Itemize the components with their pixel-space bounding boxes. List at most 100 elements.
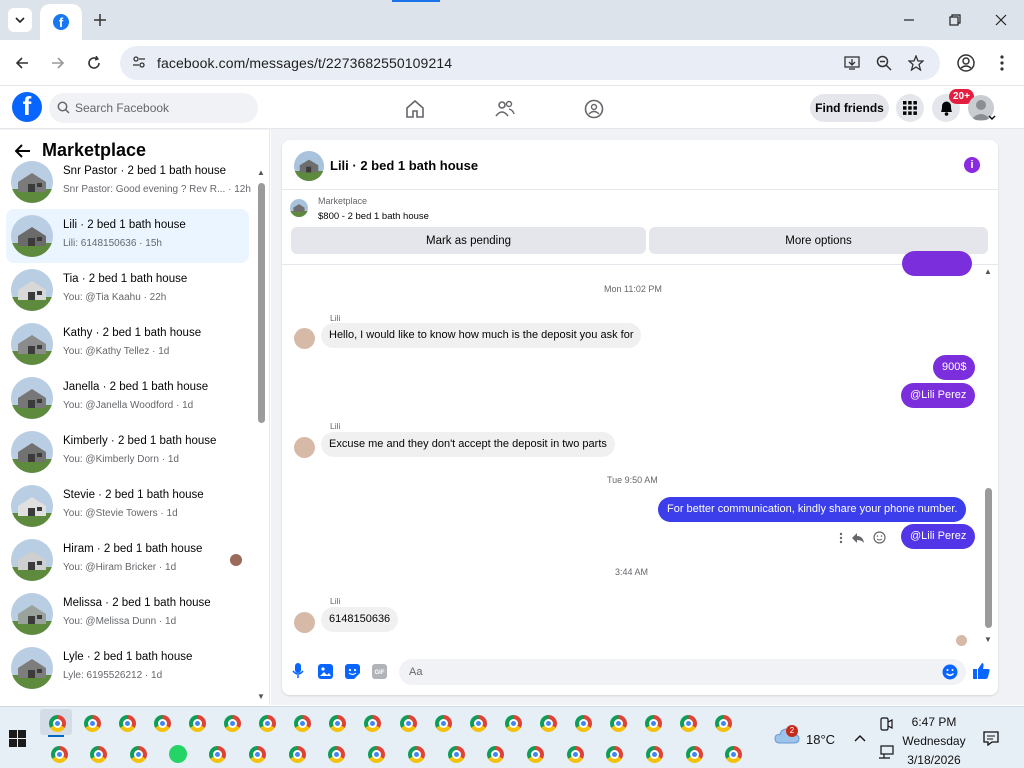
mark-as-pending-button[interactable]: Mark as pending: [291, 227, 646, 254]
install-app-button[interactable]: [842, 53, 862, 73]
chrome-taskbar-button[interactable]: [467, 712, 489, 734]
outgoing-message[interactable]: 900$: [933, 355, 976, 380]
conversation-item[interactable]: Lili · 2 bed 1 bath house Lili: 614815063…: [6, 209, 249, 263]
message-input[interactable]: Aa: [399, 659, 966, 685]
site-settings-icon[interactable]: [132, 55, 146, 69]
system-clock[interactable]: 6:47 PM Wednesday 3/18/2026: [897, 713, 971, 768]
show-hidden-icons-button[interactable]: [851, 729, 869, 747]
emoji-react-icon[interactable]: [873, 531, 886, 544]
profile-button[interactable]: [954, 51, 978, 75]
address-bar[interactable]: facebook.com/messages/t/2273682550109214: [120, 46, 940, 80]
chrome-taskbar-button[interactable]: [713, 712, 735, 734]
chrome-taskbar-button[interactable]: [81, 712, 103, 734]
chrome-taskbar-button[interactable]: [564, 743, 586, 765]
reply-icon[interactable]: [851, 532, 865, 544]
more-options-button[interactable]: More options: [649, 227, 988, 254]
chrome-taskbar-button[interactable]: [127, 743, 149, 765]
chrome-taskbar-button[interactable]: [683, 743, 705, 765]
nav-friends[interactable]: [494, 98, 516, 120]
chrome-taskbar-button[interactable]: [326, 743, 348, 765]
find-friends-button[interactable]: Find friends: [810, 94, 889, 122]
chrome-taskbar-button[interactable]: [286, 743, 308, 765]
chrome-taskbar-button[interactable]: [257, 712, 279, 734]
scroll-up-arrow-icon[interactable]: ▲: [984, 267, 992, 276]
outgoing-mention[interactable]: @Lili Perez: [901, 383, 976, 408]
conversation-item[interactable]: Lyle · 2 bed 1 bath house Lyle: 619552621…: [6, 641, 249, 695]
scroll-up-arrow-icon[interactable]: ▲: [257, 168, 265, 177]
chrome-taskbar-button[interactable]: [485, 743, 507, 765]
chrome-taskbar-button[interactable]: [604, 743, 626, 765]
outgoing-message[interactable]: For better communication, kindly share y…: [658, 497, 967, 522]
send-like-button[interactable]: [972, 662, 990, 680]
meet-now-button[interactable]: [877, 715, 895, 733]
chrome-taskbar-button[interactable]: [573, 712, 595, 734]
close-window-button[interactable]: [989, 8, 1013, 32]
chrome-taskbar-button[interactable]: [362, 712, 384, 734]
scroll-down-arrow-icon[interactable]: ▼: [984, 635, 992, 644]
browser-tab-facebook[interactable]: f: [40, 4, 82, 40]
facebook-logo-icon[interactable]: f: [12, 92, 42, 122]
browser-menu-button[interactable]: [990, 51, 1014, 75]
conversation-info-button[interactable]: i: [964, 157, 980, 173]
whatsapp-taskbar-button[interactable]: [167, 743, 189, 765]
sender-avatar[interactable]: [294, 328, 315, 349]
chrome-taskbar-button[interactable]: [445, 743, 467, 765]
emoji-icon[interactable]: [942, 664, 958, 680]
chrome-taskbar-button[interactable]: [537, 712, 559, 734]
nav-groups[interactable]: [583, 98, 605, 120]
conversation-item[interactable]: Tia · 2 bed 1 bath house You: @Tia Kaahu …: [6, 263, 249, 317]
new-tab-button[interactable]: [88, 8, 112, 32]
account-chevron-icon[interactable]: [988, 115, 996, 121]
windows-start-button[interactable]: [9, 730, 26, 747]
forward-button[interactable]: [46, 51, 70, 75]
chrome-taskbar-button[interactable]: [186, 712, 208, 734]
sender-avatar[interactable]: [294, 437, 315, 458]
network-button[interactable]: [877, 743, 895, 761]
sender-avatar[interactable]: [294, 612, 315, 633]
incoming-message[interactable]: Excuse me and they don't accept the depo…: [321, 432, 615, 457]
chrome-taskbar-button[interactable]: [723, 743, 745, 765]
tab-search-button[interactable]: [8, 8, 32, 32]
attach-photo-button[interactable]: [316, 662, 334, 680]
back-button[interactable]: [10, 51, 34, 75]
chrome-taskbar-button[interactable]: [207, 743, 229, 765]
conversation-item[interactable]: Snr Pastor · 2 bed 1 bath house Snr Pasto…: [6, 155, 251, 209]
chrome-taskbar-button[interactable]: [643, 712, 665, 734]
listing-thumbnail[interactable]: [290, 199, 308, 217]
incoming-message[interactable]: 6148150636: [321, 607, 399, 632]
url-text[interactable]: facebook.com/messages/t/2273682550109214: [157, 55, 452, 71]
action-center-button[interactable]: [982, 729, 1000, 747]
chrome-taskbar-button[interactable]: [327, 712, 349, 734]
bookmark-button[interactable]: [906, 53, 926, 73]
chrome-taskbar-button[interactable]: [432, 712, 454, 734]
chrome-taskbar-button[interactable]: [46, 712, 68, 734]
chrome-taskbar-button[interactable]: [502, 712, 524, 734]
conversation-item[interactable]: Kathy · 2 bed 1 bath house You: @Kathy Te…: [6, 317, 249, 371]
conversation-item[interactable]: Melissa · 2 bed 1 bath house You: @Meliss…: [6, 587, 249, 641]
scroll-down-arrow-icon[interactable]: ▼: [257, 692, 265, 701]
chrome-taskbar-button[interactable]: [48, 743, 70, 765]
chrome-taskbar-button[interactable]: [88, 743, 110, 765]
minimize-button[interactable]: [897, 8, 921, 32]
zoom-button[interactable]: [874, 53, 894, 73]
chat-house-thumbnail[interactable]: [294, 151, 324, 181]
temperature[interactable]: 18°C: [806, 732, 835, 747]
conversation-scroll-thumb[interactable]: [258, 183, 265, 423]
conversation-item[interactable]: Janella · 2 bed 1 bath house You: @Janell…: [6, 371, 249, 425]
listing-title[interactable]: $800 - 2 bed 1 bath house: [318, 211, 429, 222]
voice-clip-button[interactable]: [289, 662, 307, 680]
reload-button[interactable]: [82, 51, 106, 75]
chrome-taskbar-button[interactable]: [524, 743, 546, 765]
chrome-taskbar-button[interactable]: [222, 712, 244, 734]
outgoing-mention[interactable]: @Lili Perez: [901, 524, 976, 549]
sticker-button[interactable]: [343, 662, 361, 680]
gif-button[interactable]: GIF: [370, 662, 388, 680]
menu-button[interactable]: [896, 94, 924, 122]
nav-home[interactable]: [404, 98, 426, 120]
restore-button[interactable]: [943, 8, 967, 32]
chrome-taskbar-button[interactable]: [366, 743, 388, 765]
chrome-taskbar-button[interactable]: [116, 712, 138, 734]
chrome-taskbar-button[interactable]: [247, 743, 269, 765]
incoming-message[interactable]: Hello, I would like to know how much is …: [321, 323, 642, 348]
chrome-taskbar-button[interactable]: [678, 712, 700, 734]
